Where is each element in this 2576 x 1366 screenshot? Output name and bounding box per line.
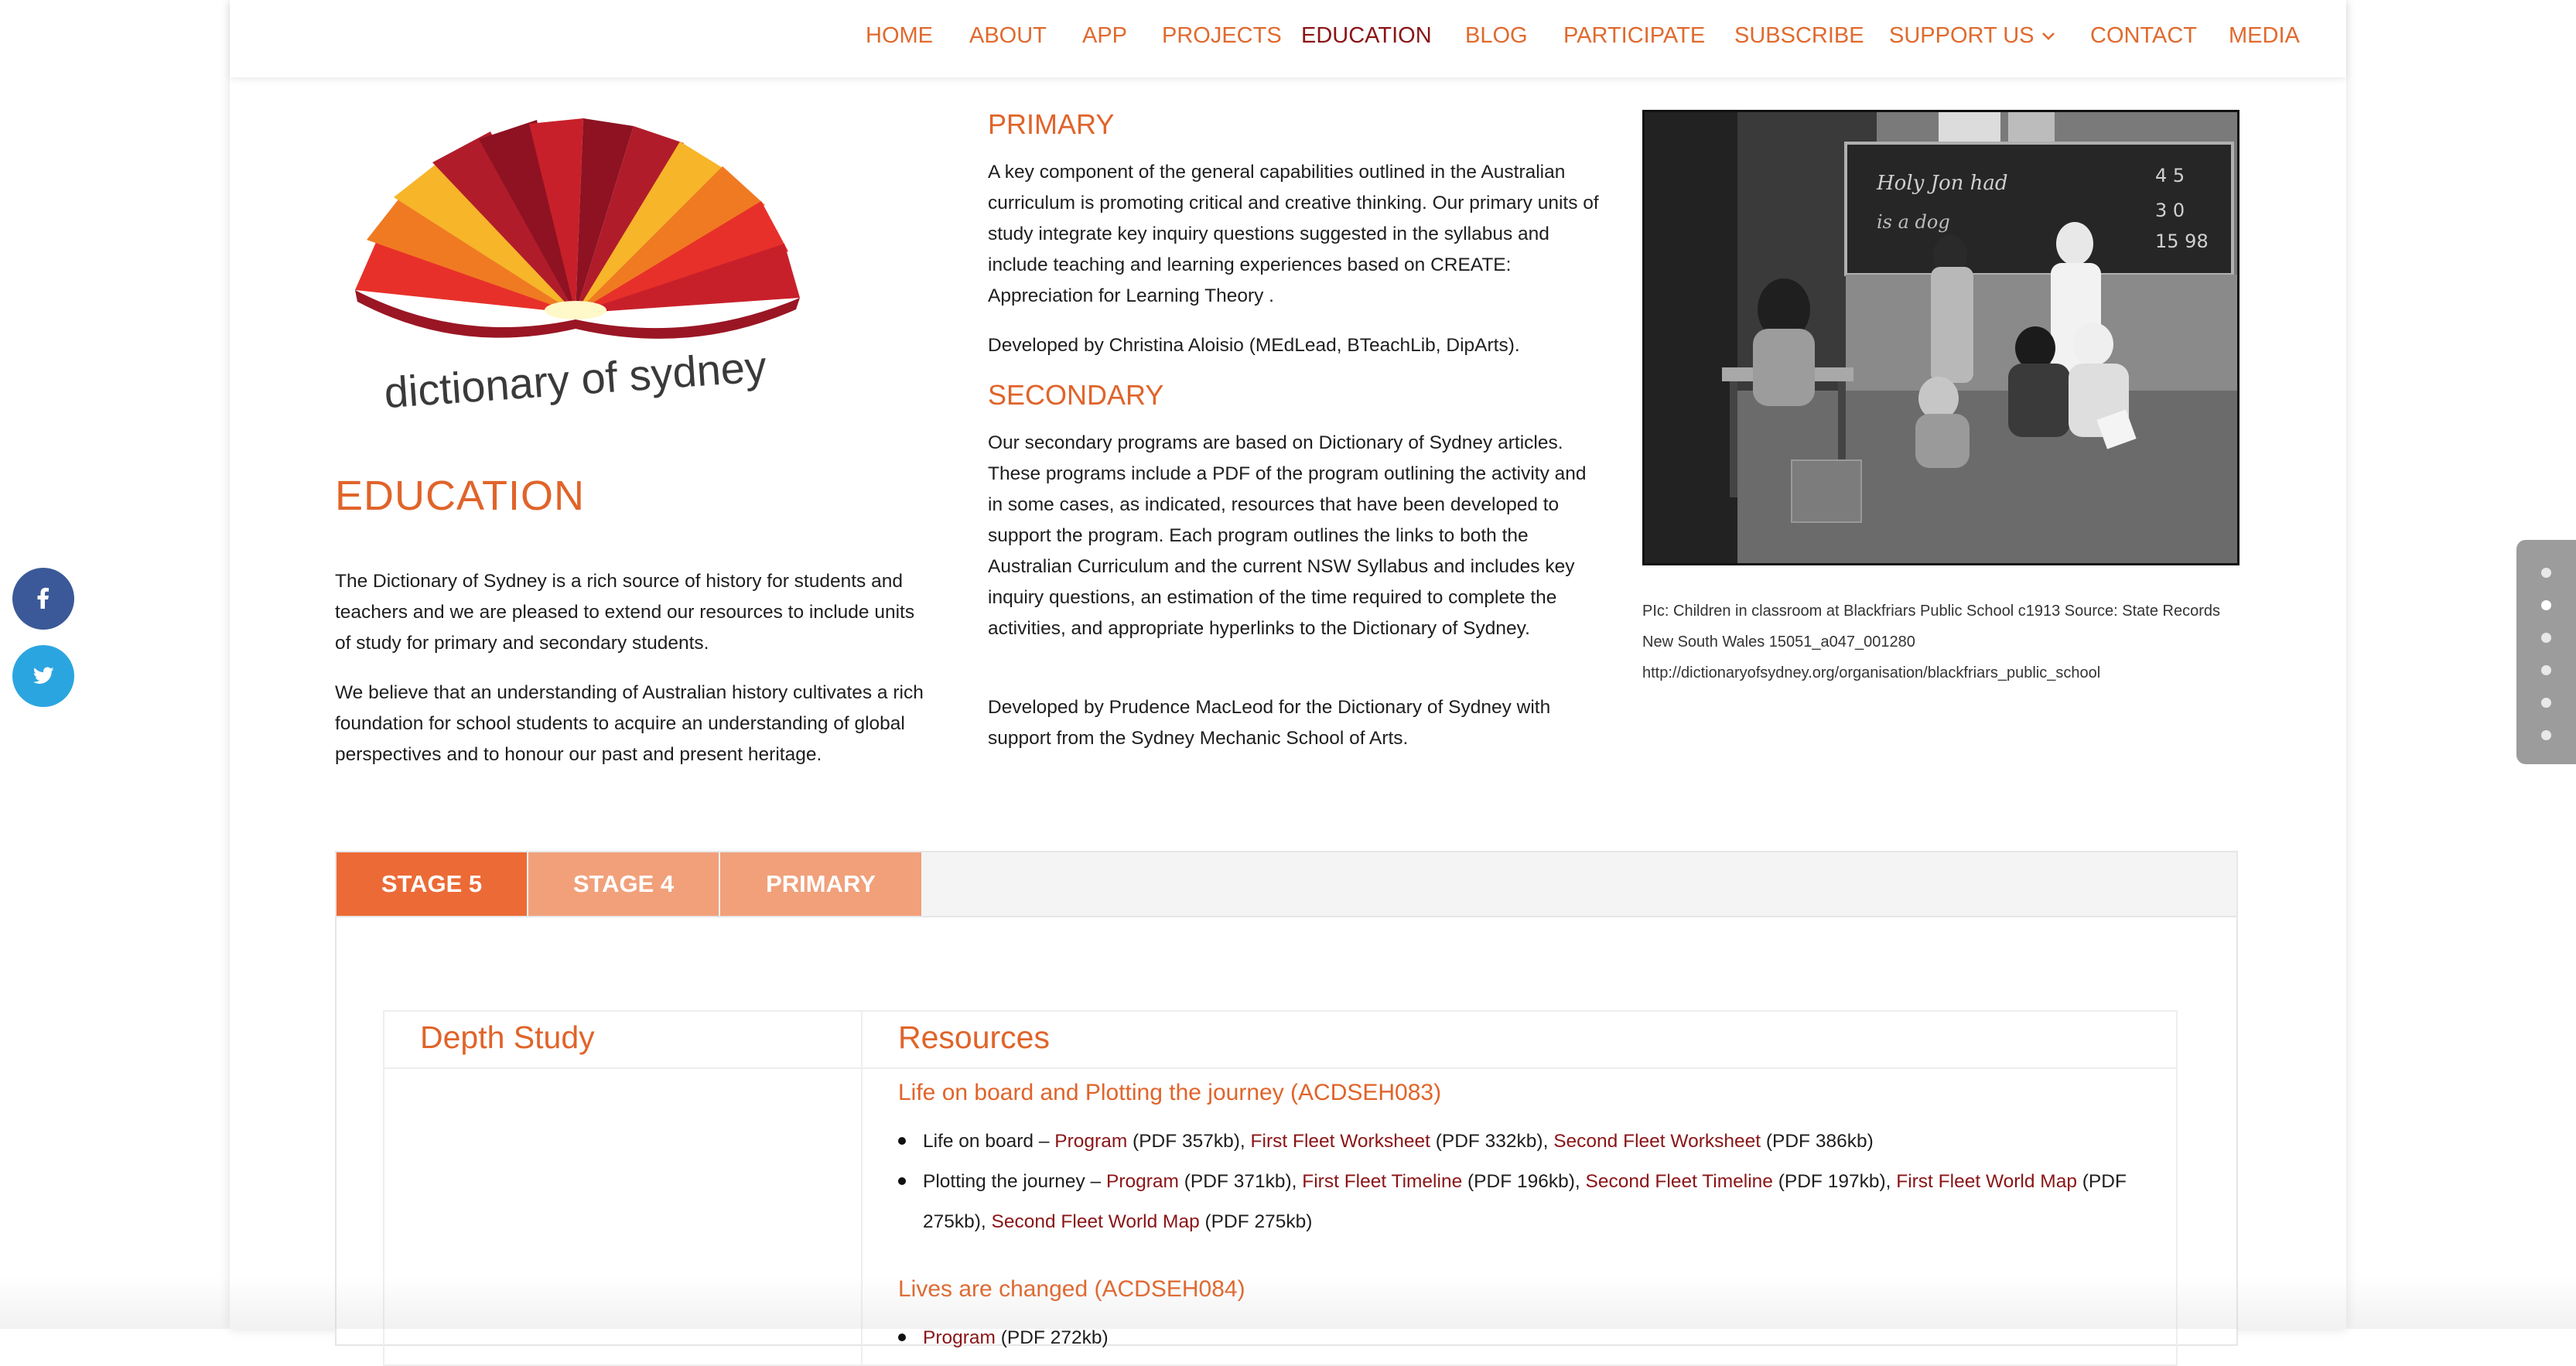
primary-description: A key component of the general capabilit… <box>988 162 1599 306</box>
svg-text:is a dog: is a dog <box>1877 211 1950 233</box>
page-title: EDUCATION <box>335 473 586 519</box>
twitter-share-button[interactable] <box>12 645 74 707</box>
tab-primary[interactable]: PRIMARY <box>720 852 921 916</box>
nav-home[interactable]: HOME <box>866 23 933 49</box>
second-fleet-worksheet-link[interactable]: Second Fleet Worksheet <box>1553 1131 1761 1152</box>
column-header-resources: Resources <box>898 1019 1050 1055</box>
nav-app[interactable]: APP <box>1082 23 1127 49</box>
first-fleet-world-map-link[interactable]: First Fleet World Map <box>1896 1171 2077 1192</box>
nav-support-us-label: SUPPORT US <box>1889 23 2034 48</box>
primary-credit: Developed by Christina Aloisio (MEdLead,… <box>988 335 1520 356</box>
stage-tabs-module: STAGE 5 STAGE 4 PRIMARY Depth Study Reso… <box>335 851 2238 1366</box>
education-intro-1: The Dictionary of Sydney is a rich sourc… <box>335 571 915 654</box>
section-dot-4[interactable] <box>2541 665 2551 675</box>
nav-contact[interactable]: CONTACT <box>2090 23 2197 49</box>
file-size: (PDF 275kb) <box>1199 1211 1313 1232</box>
chevron-down-icon <box>2042 32 2055 41</box>
file-size: (PDF 196kb), <box>1462 1171 1586 1192</box>
table-header-divider <box>384 1067 2176 1069</box>
site-header: HOME ABOUT APP PROJECTS EDUCATION BLOG P… <box>230 0 2346 77</box>
column-header-depth-study: Depth Study <box>420 1019 595 1055</box>
caption-line-2: New South Wales 15051_a047_001280 <box>1642 633 1915 651</box>
list-item: Life on board – Program (PDF 357kb), Fir… <box>898 1122 2167 1162</box>
dictionary-of-sydney-logo: dictionary of sydney <box>355 118 800 414</box>
primary-heading: PRIMARY <box>988 108 1115 140</box>
caption-line-1: PIc: Children in classroom at Blackfriar… <box>1642 603 2221 620</box>
svg-text:Holy Jon had: Holy Jon had <box>1876 172 2008 195</box>
secondary-credit: Developed by Prudence MacLeod for the Di… <box>988 697 1551 749</box>
section-dot-6[interactable] <box>2541 730 2551 740</box>
photo-caption: PIc: Children in classroom at Blackfriar… <box>1642 596 2253 688</box>
tab-stage-4[interactable]: STAGE 4 <box>528 852 719 916</box>
list-item: Plotting the journey – Program (PDF 371k… <box>898 1162 2167 1242</box>
first-fleet-timeline-link[interactable]: First Fleet Timeline <box>1302 1171 1462 1192</box>
section-dot-5[interactable] <box>2541 698 2551 708</box>
tab-bar: STAGE 5 STAGE 4 PRIMARY <box>337 852 2236 917</box>
file-size: (PDF 197kb), <box>1772 1171 1897 1192</box>
file-size: (PDF 371kb), <box>1178 1171 1303 1192</box>
svg-text:4 5: 4 5 <box>2155 165 2185 186</box>
nav-media[interactable]: MEDIA <box>2229 23 2300 49</box>
caption-line-3: http://dictionaryofsydney.org/organisati… <box>1642 664 2101 681</box>
item-label: Plotting the journey – <box>923 1171 1106 1192</box>
section-dot-1[interactable] <box>2541 568 2551 578</box>
logo-wordmark: dictionary of sydney <box>383 342 768 414</box>
item-label: Life on board – <box>923 1131 1055 1152</box>
section-dot-2[interactable] <box>2541 600 2551 610</box>
table-column-divider <box>861 1012 863 1364</box>
secondary-description: Our secondary programs are based on Dict… <box>988 432 1587 639</box>
nav-projects[interactable]: PROJECTS <box>1162 23 1282 49</box>
nav-subscribe[interactable]: SUBSCRIBE <box>1734 23 1864 49</box>
section-dot-navigation <box>2516 540 2576 764</box>
resources-table: Depth Study Resources Life on board and … <box>383 1010 2178 1366</box>
bullet-icon <box>898 1177 906 1185</box>
section-dot-3[interactable] <box>2541 633 2551 643</box>
second-fleet-world-map-link[interactable]: Second Fleet World Map <box>992 1211 1200 1232</box>
svg-text:15 98: 15 98 <box>2155 231 2209 252</box>
bullet-icon <box>898 1137 906 1145</box>
list-item: Program (PDF 272kb) <box>898 1318 2167 1358</box>
file-size: (PDF 357kb), <box>1127 1131 1251 1152</box>
page-container: HOME ABOUT APP PROJECTS EDUCATION BLOG P… <box>230 0 2346 1366</box>
section-heading-lives-changed: Lives are changed (ACDSEH084) <box>898 1276 1245 1302</box>
section-heading-life-on-board: Life on board and Plotting the journey (… <box>898 1080 1442 1105</box>
first-fleet-worksheet-link[interactable]: First Fleet Worksheet <box>1251 1131 1430 1152</box>
program-link[interactable]: Program <box>1106 1171 1179 1192</box>
nav-support-us[interactable]: SUPPORT US <box>1889 23 2055 49</box>
file-size: (PDF 386kb) <box>1761 1131 1874 1152</box>
twitter-icon <box>32 667 54 684</box>
classroom-photo: Holy Jon had is a dog 4 5 3 0 15 98 <box>1642 110 2239 565</box>
nav-education[interactable]: EDUCATION <box>1301 23 1432 49</box>
nav-blog[interactable]: BLOG <box>1465 23 1528 49</box>
secondary-heading: SECONDARY <box>988 379 1164 411</box>
file-size: (PDF 272kb) <box>995 1327 1109 1348</box>
education-intro-2: We believe that an understanding of Aust… <box>335 682 924 765</box>
facebook-icon <box>37 587 49 609</box>
svg-text:3 0: 3 0 <box>2155 200 2185 221</box>
nav-about[interactable]: ABOUT <box>969 23 1047 49</box>
program-link[interactable]: Program <box>1054 1131 1127 1152</box>
classroom-photo-image: Holy Jon had is a dog 4 5 3 0 15 98 <box>1645 112 2237 563</box>
second-fleet-timeline-link[interactable]: Second Fleet Timeline <box>1586 1171 1773 1192</box>
facebook-share-button[interactable] <box>12 568 74 630</box>
file-size: (PDF 332kb), <box>1430 1131 1554 1152</box>
program-link[interactable]: Program <box>923 1327 996 1348</box>
bullet-icon <box>898 1334 906 1341</box>
nav-participate[interactable]: PARTICIPATE <box>1563 23 1705 49</box>
tab-stage-5[interactable]: STAGE 5 <box>337 852 527 916</box>
